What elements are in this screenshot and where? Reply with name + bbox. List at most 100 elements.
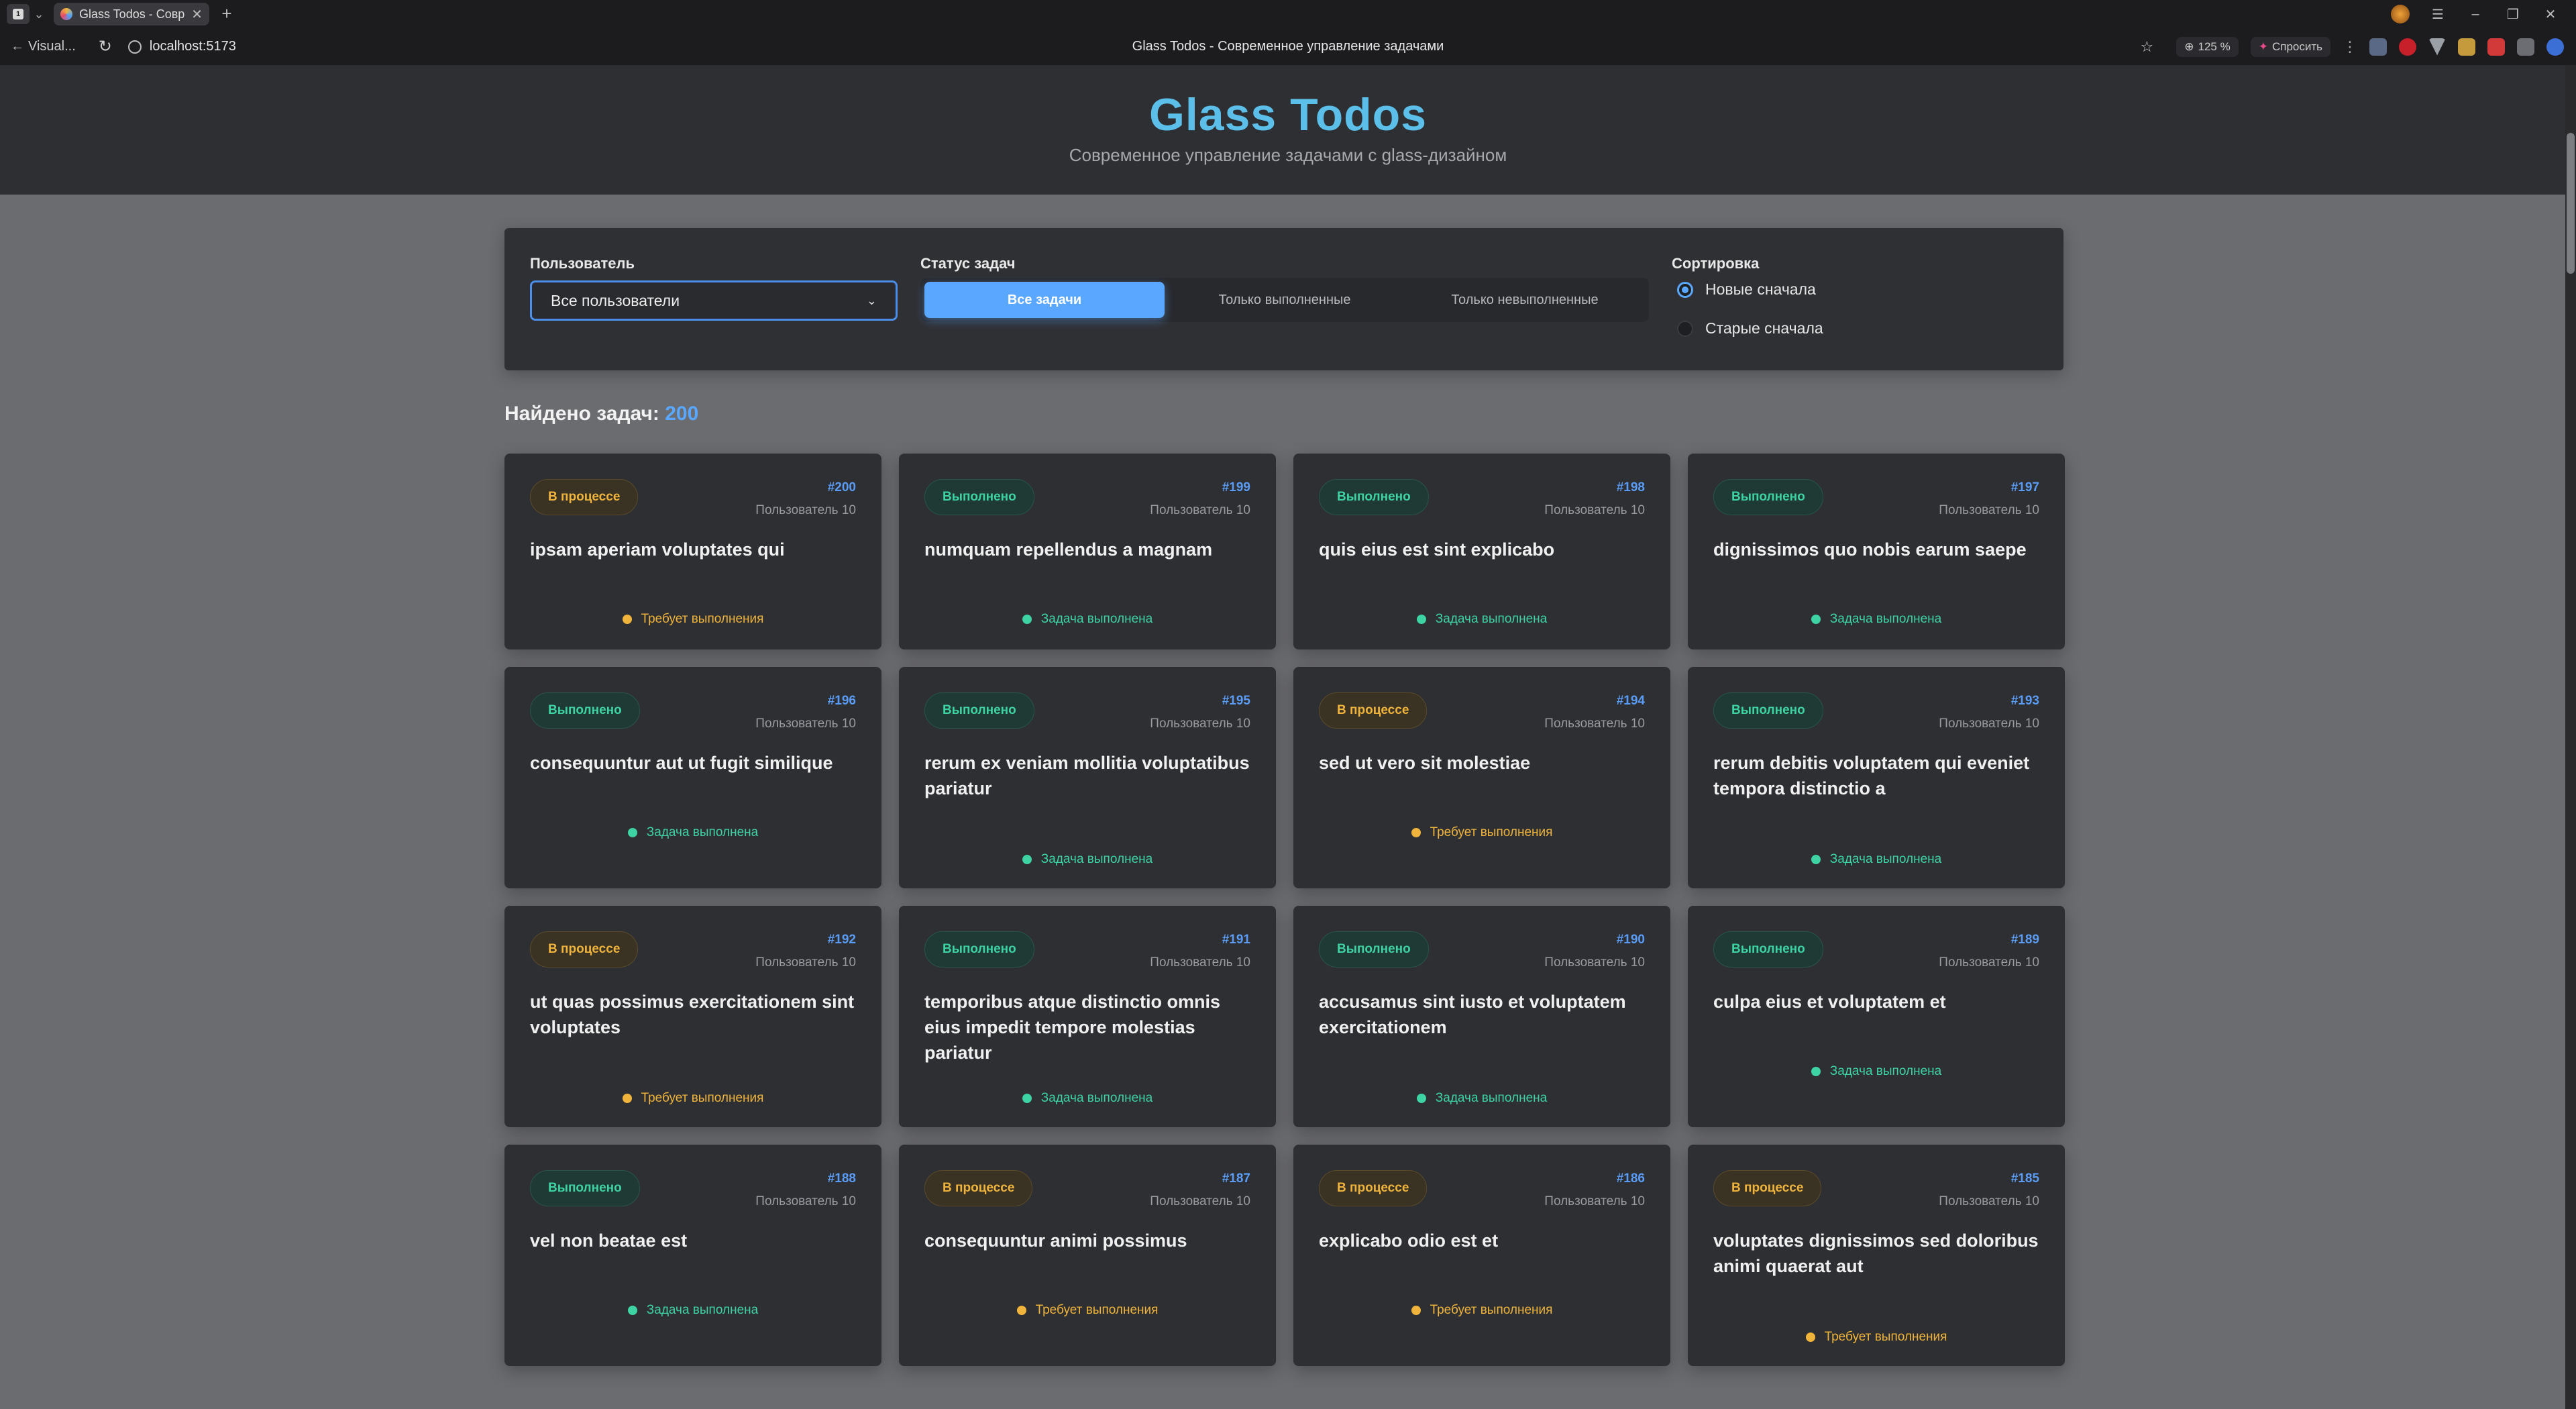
zoom-value: 125 % — [2198, 40, 2231, 53]
app-subtitle: Современное управление задачами с glass-… — [1069, 145, 1507, 165]
task-completion-text: Требует выполнения — [641, 1091, 764, 1105]
task-completion-text: Задача выполнена — [1040, 612, 1153, 626]
reload-icon[interactable]: ↻ — [99, 37, 112, 56]
task-id: #194 — [1616, 694, 1645, 708]
task-card[interactable]: Выполнено #197 Пользователь 10 dignissimos … — [1688, 454, 2065, 649]
task-id: #189 — [2010, 933, 2039, 947]
bookmark-icon[interactable]: ☆ — [2141, 38, 2154, 56]
task-user: Пользователь 10 — [1150, 955, 1250, 970]
task-title: accusamus sint iusto et voluptatem exerc… — [1319, 992, 1626, 1037]
task-card[interactable]: Выполнено #188 Пользователь 10 vel non beat… — [504, 1145, 881, 1366]
restore-icon[interactable]: ❐ — [2494, 6, 2532, 23]
extension-bag-icon[interactable] — [2458, 38, 2475, 56]
task-completion-status: Требует выполнения — [1688, 1330, 2065, 1345]
task-status-badge: Выполнено — [1319, 479, 1429, 515]
task-completion-text: Задача выполнена — [646, 825, 759, 839]
extension-shield-icon[interactable] — [2369, 38, 2387, 56]
task-card[interactable]: Выполнено #190 Пользователь 10 accusamus si… — [1293, 906, 1670, 1127]
task-user: Пользователь 10 — [1939, 1194, 2039, 1208]
task-card[interactable]: В процессе #185 Пользователь 10 voluptates … — [1688, 1145, 2065, 1366]
task-id: #197 — [2010, 480, 2039, 494]
status-all-button[interactable]: Все задачи — [924, 282, 1165, 318]
back-arrow-icon: ← — [11, 39, 24, 54]
site-info-icon[interactable] — [127, 40, 142, 54]
extension-red-icon[interactable] — [2487, 38, 2505, 56]
task-id: #185 — [2010, 1171, 2039, 1186]
task-card[interactable]: В процессе #187 Пользователь 10 consequuntu… — [899, 1145, 1276, 1366]
minimize-icon[interactable]: – — [2457, 7, 2494, 22]
task-id: #187 — [1222, 1171, 1250, 1186]
task-card[interactable]: В процессе #186 Пользователь 10 explicabo o… — [1293, 1145, 1670, 1366]
ask-icon: ✦ — [2258, 40, 2268, 53]
back-button[interactable]: ← Visual... — [11, 39, 76, 54]
task-completion-text: Задача выполнена — [1829, 1064, 1942, 1078]
radio-selected-icon[interactable] — [1677, 281, 1693, 298]
tasks-found-summary: Найдено задач: 200 — [504, 403, 698, 425]
sort-label: Сортировка — [1672, 255, 1760, 272]
status-segmented-control: Все задачи Только выполненные Только нев… — [920, 278, 1649, 322]
extension-vue-icon[interactable] — [2428, 38, 2446, 56]
menu-icon[interactable]: ☰ — [2419, 6, 2457, 23]
task-id: #188 — [827, 1171, 856, 1186]
task-card[interactable]: Выполнено #196 Пользователь 10 consequuntur… — [504, 667, 881, 888]
status-dot-icon — [1022, 1094, 1032, 1103]
task-title: consequuntur aut ut fugit similique — [530, 753, 833, 773]
extensions-puzzle-icon[interactable] — [2517, 38, 2534, 56]
new-tab-button[interactable]: + — [217, 5, 236, 23]
ask-button[interactable]: ✦ Спросить — [2250, 36, 2330, 57]
task-completion-status: Задача выполнена — [1688, 612, 2065, 627]
task-id: #196 — [827, 694, 856, 708]
task-user: Пользователь 10 — [1544, 955, 1645, 970]
task-card[interactable]: Выполнено #198 Пользователь 10 quis eius es… — [1293, 454, 1670, 649]
task-title: numquam repellendus a magnam — [924, 539, 1213, 560]
task-card[interactable]: Выполнено #191 Пользователь 10 temporibus a… — [899, 906, 1276, 1127]
status-dot-icon — [1416, 1094, 1426, 1103]
status-dot-icon — [627, 828, 637, 837]
task-title: voluptates dignissimos sed doloribus ani… — [1713, 1231, 2039, 1276]
task-status-badge: В процессе — [530, 931, 639, 968]
task-user: Пользователь 10 — [1150, 717, 1250, 731]
status-incomplete-button[interactable]: Только невыполненные — [1405, 282, 1645, 318]
task-card[interactable]: В процессе #194 Пользователь 10 sed ut vero… — [1293, 667, 1670, 888]
task-card[interactable]: Выполнено #193 Пользователь 10 rerum debiti… — [1688, 667, 2065, 888]
task-card[interactable]: Выполнено #195 Пользователь 10 rerum ex ven… — [899, 667, 1276, 888]
task-user: Пользователь 10 — [1150, 503, 1250, 517]
task-card[interactable]: Выполнено #189 Пользователь 10 culpa eius e… — [1688, 906, 2065, 1127]
user-select[interactable]: Все пользователи ⌄ — [530, 280, 898, 321]
downloads-icon[interactable] — [2546, 38, 2564, 56]
scrollbar-thumb[interactable] — [2567, 133, 2575, 274]
task-title: ut quas possimus exercitationem sint vol… — [530, 992, 855, 1037]
task-completion-status: Задача выполнена — [899, 1091, 1276, 1106]
sort-option-oldest-label: Старые сначала — [1705, 319, 1823, 337]
radio-unselected-icon[interactable] — [1677, 320, 1693, 337]
browser-tab[interactable]: Glass Todos - Современ ✕ — [54, 3, 209, 25]
profile-avatar-icon[interactable] — [2391, 5, 2410, 23]
task-card[interactable]: В процессе #192 Пользователь 10 ut quas pos… — [504, 906, 881, 1127]
task-completion-status: Задача выполнена — [899, 852, 1276, 867]
tab-close-icon[interactable]: ✕ — [191, 6, 203, 23]
task-completion-status: Задача выполнена — [1293, 1091, 1670, 1106]
window-controls: ☰ – ❐ ✕ — [2391, 5, 2569, 23]
task-completion-text: Задача выполнена — [1040, 1091, 1153, 1105]
status-dot-icon — [1805, 1333, 1815, 1342]
tab-list-chevron-icon[interactable]: ⌄ — [30, 7, 48, 21]
close-window-icon[interactable]: ✕ — [2532, 6, 2569, 23]
url-field[interactable]: localhost:5173 — [150, 39, 236, 54]
back-label: Visual... — [28, 39, 76, 54]
sort-option-oldest[interactable]: Старые сначала — [1677, 319, 1823, 337]
status-completed-button[interactable]: Только выполненные — [1165, 282, 1405, 318]
status-dot-icon — [1811, 1067, 1821, 1076]
zoom-indicator[interactable]: ⊕ 125 % — [2176, 36, 2239, 57]
status-dot-icon — [622, 1094, 632, 1103]
task-user: Пользователь 10 — [1544, 503, 1645, 517]
page-scrollbar[interactable] — [2565, 66, 2576, 1409]
sort-option-newest[interactable]: Новые сначала — [1677, 280, 1816, 299]
task-card[interactable]: В процессе #200 Пользователь 10 ipsam aperi… — [504, 454, 881, 649]
task-user: Пользователь 10 — [1544, 717, 1645, 731]
extension-adblock-icon[interactable] — [2399, 38, 2416, 56]
workspace-button[interactable]: 1 — [7, 4, 30, 24]
more-actions-icon[interactable]: ⋮ — [2343, 38, 2357, 56]
status-dot-icon — [1016, 1306, 1026, 1315]
task-card[interactable]: Выполнено #199 Пользователь 10 numquam repe… — [899, 454, 1276, 649]
app-title: Glass Todos — [1148, 89, 1428, 140]
